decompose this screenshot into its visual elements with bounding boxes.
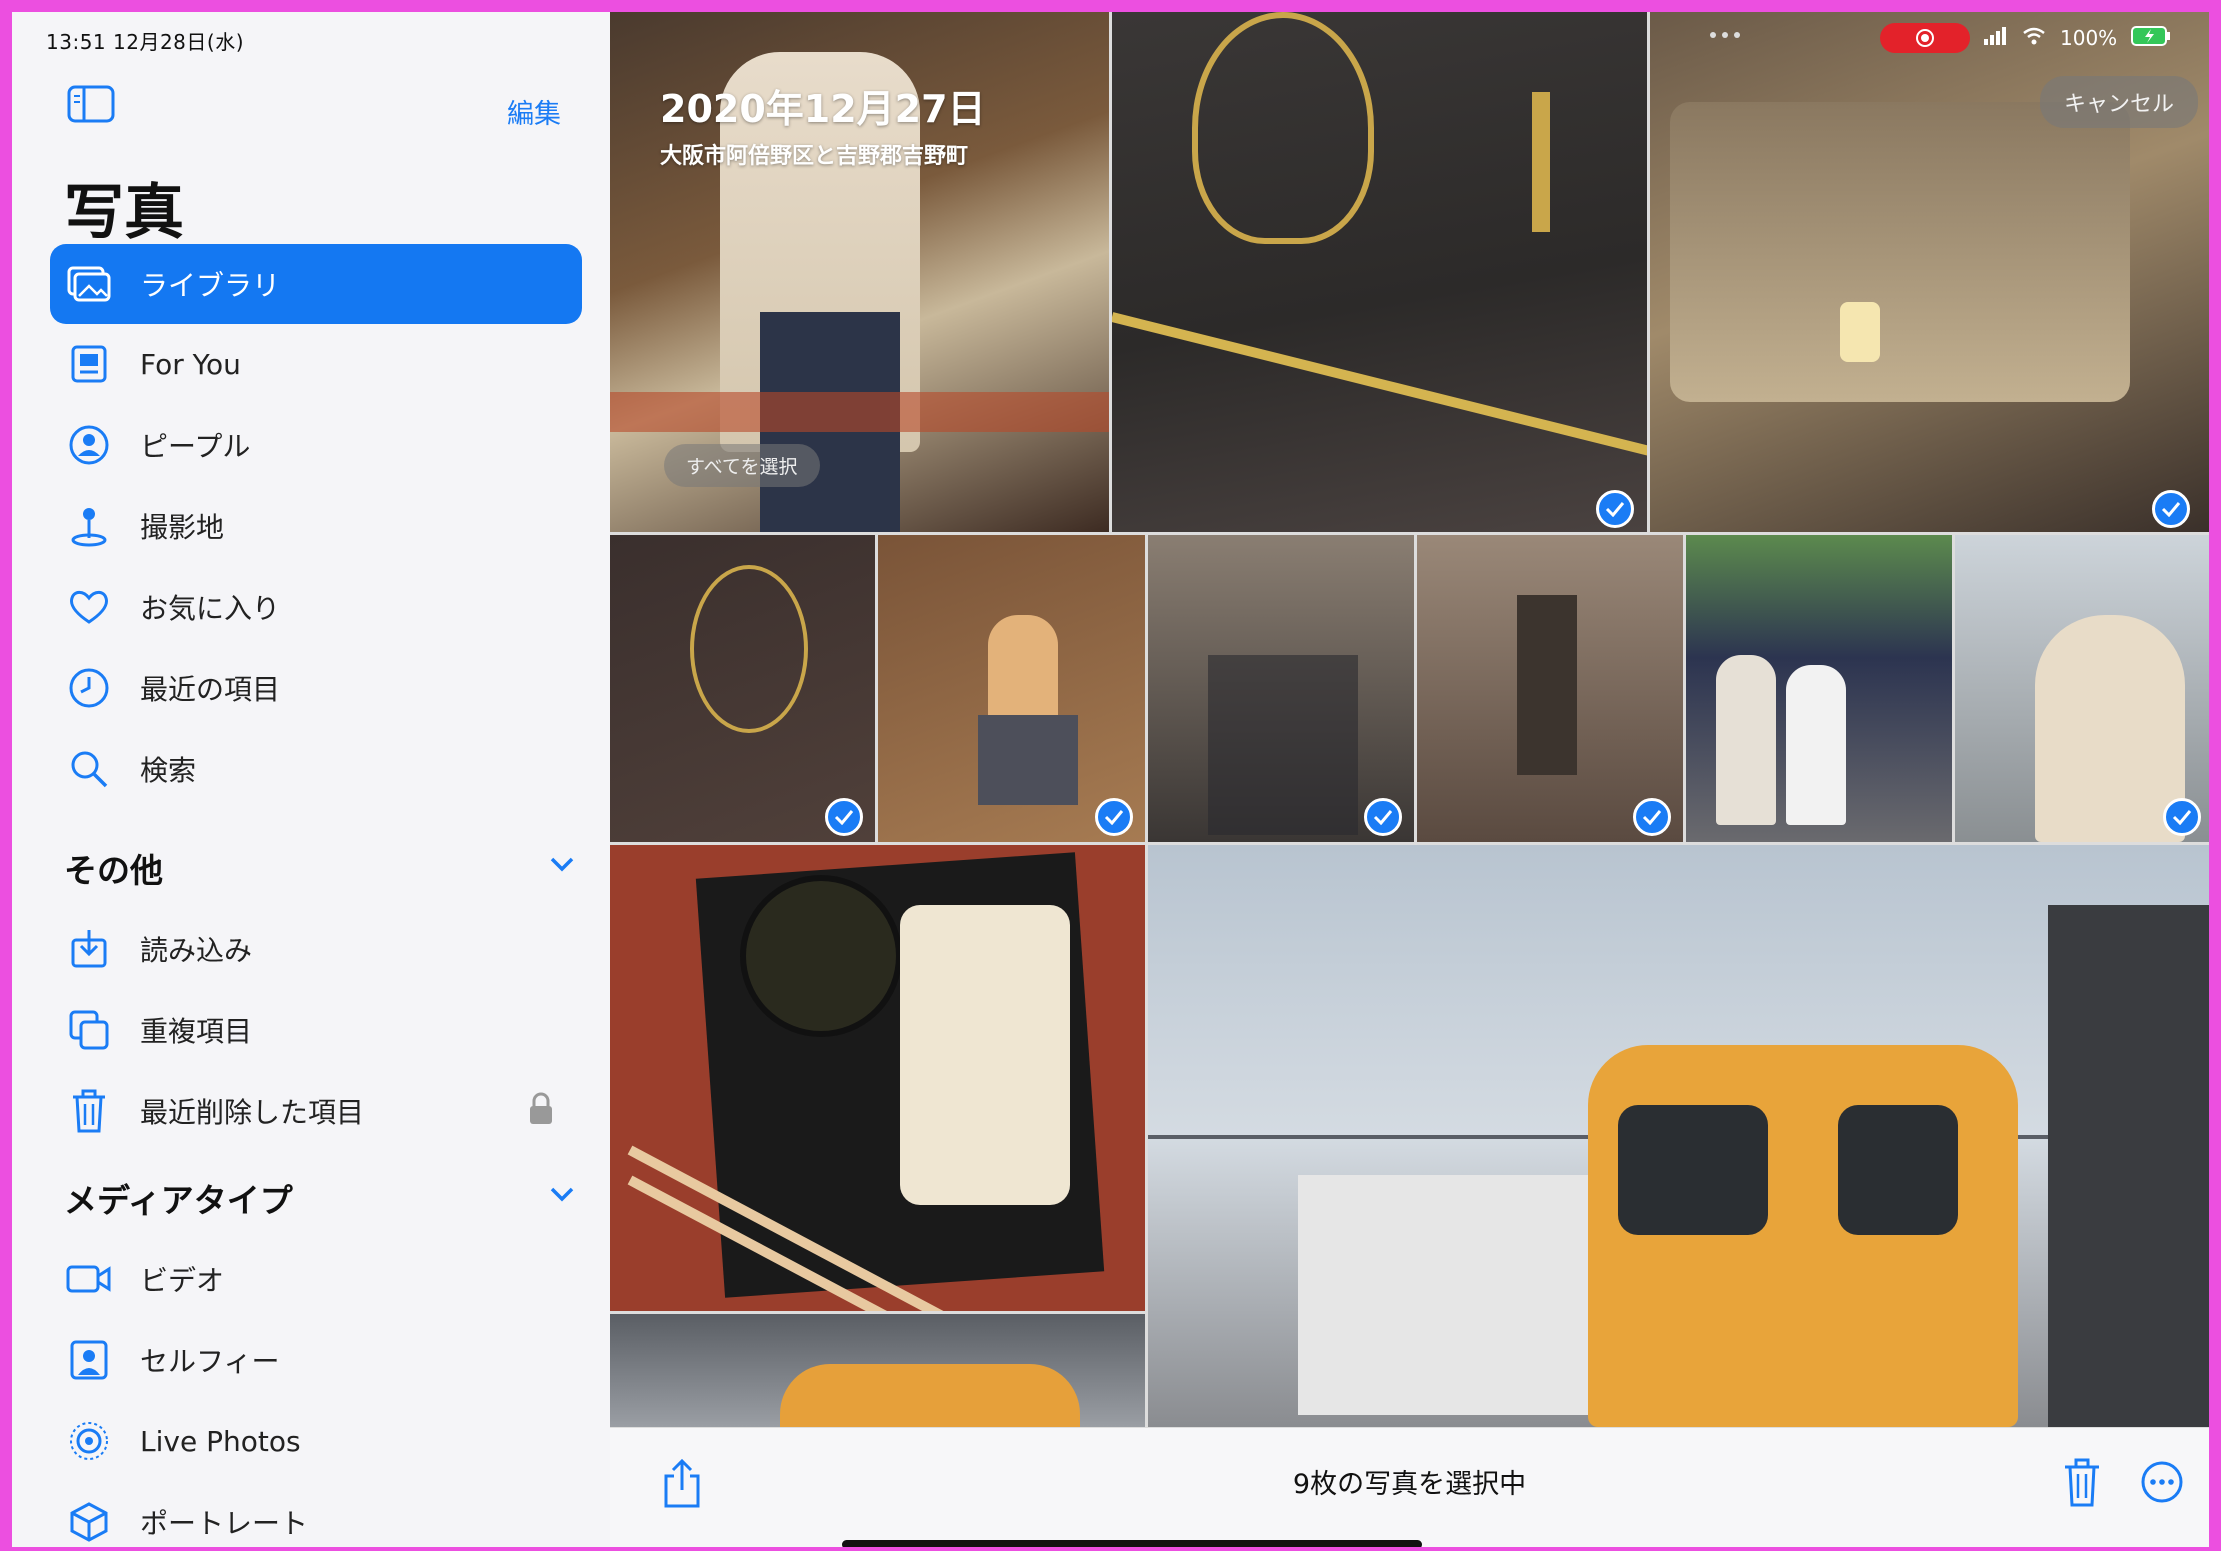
selected-check-icon <box>1596 490 1634 528</box>
for-you-icon <box>64 339 114 389</box>
battery-charging-icon <box>2131 25 2171 51</box>
selected-check-icon <box>2152 490 2190 528</box>
photo-grid: 2020年12月27日 大阪市阿倍野区と吉野郡吉野町 すべてを選択 キャンセル … <box>610 12 2209 1427</box>
screen-recording-icon <box>1880 23 1970 53</box>
lock-icon <box>527 1092 555 1126</box>
battery-percent: 100% <box>2060 26 2118 50</box>
home-indicator[interactable] <box>842 1540 1422 1547</box>
sidebar-item-label: 最近削除した項目 <box>140 1096 365 1129</box>
chevron-down-icon[interactable] <box>548 1184 576 1204</box>
sidebar-item-label: ビデオ <box>140 1264 225 1297</box>
sidebar-item-places[interactable]: 撮影地 <box>50 486 582 566</box>
sidebar-toggle-icon[interactable] <box>66 84 116 124</box>
portrait-icon <box>64 1497 114 1547</box>
photo-man-selfie[interactable] <box>1955 535 2209 842</box>
multitasking-dots-icon[interactable] <box>1710 32 1740 38</box>
duplicates-icon <box>64 1005 114 1055</box>
live-photo-icon <box>64 1416 114 1466</box>
cancel-button[interactable]: キャンセル <box>2040 76 2199 128</box>
ipad-screen: 13:51 12月28日(水) 編集 写真 ライブラリ For You ピープル… <box>12 12 2209 1547</box>
sidebar-item-label: 撮影地 <box>140 511 225 544</box>
section-date-title: 2020年12月27日 <box>660 87 986 131</box>
photo-train-corridor[interactable] <box>1417 535 1683 842</box>
photo-couple-platform[interactable] <box>1686 535 1952 842</box>
sidebar-item-duplicates[interactable]: 重複項目 <box>50 990 582 1070</box>
clock-icon <box>64 663 114 713</box>
trash-icon <box>64 1086 114 1136</box>
photo-lounge-car[interactable] <box>1148 535 1414 842</box>
photo-orange-train[interactable] <box>1148 845 2209 1427</box>
sidebar-item-label: ピープル <box>140 430 251 463</box>
sidebar-item-imports[interactable]: 読み込み <box>50 909 582 989</box>
sidebar-item-label: ライブラリ <box>140 269 281 302</box>
selected-check-icon <box>1095 798 1133 836</box>
bottom-toolbar: 9枚の写真を選択中 <box>610 1427 2209 1547</box>
photo-library-icon <box>64 259 114 309</box>
sidebar-item-label: 最近の項目 <box>140 673 281 706</box>
status-time-date: 13:51 12月28日(水) <box>46 30 244 54</box>
import-icon <box>64 924 114 974</box>
status-bar-right: 100% <box>1880 20 2171 56</box>
photo-train-under-bridge[interactable] <box>610 1314 1145 1427</box>
sidebar-item-label: For You <box>140 347 241 381</box>
map-pin-icon <box>64 501 114 551</box>
edit-button[interactable]: 編集 <box>507 92 561 131</box>
sidebar-item-label: 検索 <box>140 754 197 787</box>
photo-train-emblem[interactable] <box>1112 12 1647 532</box>
page-title: 写真 <box>64 178 184 248</box>
sidebar-item-people[interactable]: ピープル <box>50 405 582 485</box>
sidebar-item-portrait[interactable]: ポートレート <box>50 1482 582 1547</box>
select-all-button[interactable]: すべてを選択 <box>664 444 820 487</box>
sidebar-item-label: 重複項目 <box>140 1015 253 1048</box>
sidebar-item-label: お気に入り <box>140 592 281 625</box>
section-title-other: その他 <box>64 851 163 890</box>
photo-soba-meal[interactable] <box>610 845 1145 1311</box>
sidebar-item-videos[interactable]: ビデオ <box>50 1239 582 1319</box>
sidebar-item-search[interactable]: 検索 <box>50 729 582 809</box>
more-options-icon[interactable] <box>2140 1460 2184 1504</box>
sidebar-item-label: セルフィー <box>140 1345 280 1378</box>
heart-icon <box>64 582 114 632</box>
sidebar-item-live-photos[interactable]: Live Photos <box>50 1401 582 1481</box>
cellular-signal-icon <box>1984 26 2008 50</box>
search-icon <box>64 744 114 794</box>
sidebar-item-label: 読み込み <box>140 934 253 967</box>
sidebar-item-for-you[interactable]: For You <box>50 324 582 404</box>
selected-check-icon <box>1633 798 1671 836</box>
photo-person-seated[interactable] <box>878 535 1145 842</box>
selected-check-icon <box>1364 798 1402 836</box>
delete-trash-icon[interactable] <box>2062 1458 2102 1508</box>
sidebar-item-library[interactable]: ライブラリ <box>50 244 582 324</box>
section-location: 大阪市阿倍野区と吉野郡吉野町 <box>660 144 969 169</box>
section-title-media-types: メディアタイプ <box>64 1181 293 1220</box>
selected-check-icon <box>2163 798 2201 836</box>
sidebar-item-label: Live Photos <box>140 1424 301 1458</box>
sidebar-item-selfies[interactable]: セルフィー <box>50 1320 582 1400</box>
video-icon <box>64 1254 114 1304</box>
selected-check-icon <box>825 798 863 836</box>
sidebar-item-label: ポートレート <box>140 1507 309 1540</box>
sidebar-item-recently-deleted[interactable]: 最近削除した項目 <box>50 1071 582 1151</box>
wifi-icon <box>2022 26 2046 50</box>
photo-train-side[interactable] <box>610 535 875 842</box>
sidebar-item-favorites[interactable]: お気に入り <box>50 567 582 647</box>
sidebar: 13:51 12月28日(水) 編集 写真 ライブラリ For You ピープル… <box>12 12 610 1547</box>
chevron-down-icon[interactable] <box>548 854 576 874</box>
sidebar-item-recents[interactable]: 最近の項目 <box>50 648 582 728</box>
selfie-icon <box>64 1335 114 1385</box>
selection-count-status: 9枚の写真を選択中 <box>1292 1469 1527 1500</box>
people-icon <box>64 420 114 470</box>
